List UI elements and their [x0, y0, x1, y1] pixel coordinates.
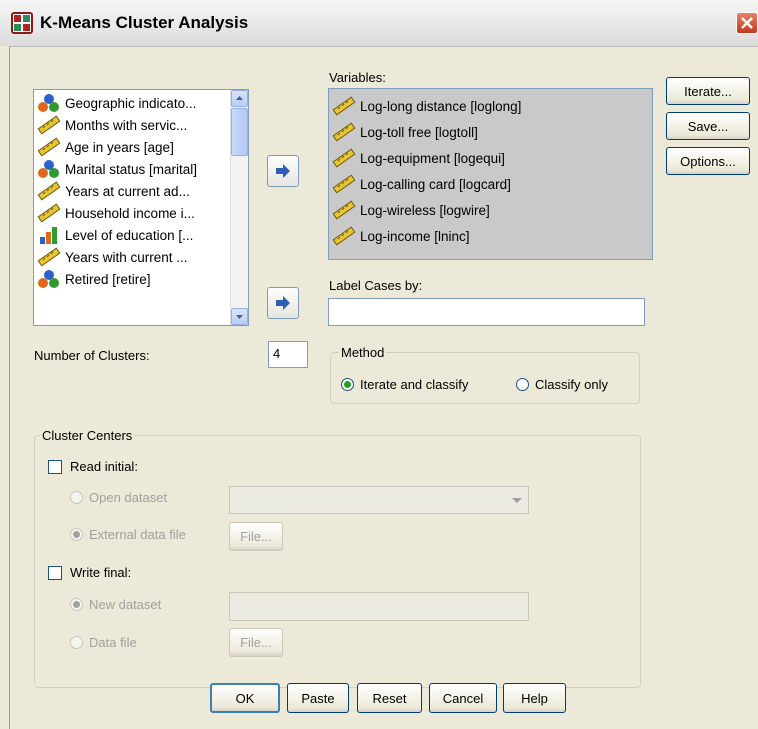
open-dataset-radio[interactable]: [70, 491, 83, 504]
cancel-button[interactable]: Cancel: [429, 683, 497, 713]
window-title: K-Means Cluster Analysis: [40, 13, 249, 32]
ok-button[interactable]: OK: [210, 683, 280, 713]
scroll-down-icon[interactable]: [231, 308, 248, 325]
list-item[interactable]: Retired [retire]: [37, 268, 151, 290]
list-item[interactable]: Marital status [marital]: [37, 158, 197, 180]
title-bar[interactable]: K-Means Cluster Analysis: [0, 0, 758, 47]
help-button[interactable]: Help: [503, 683, 566, 713]
window-frame-left: [0, 46, 10, 729]
list-item-label: Log-calling card [logcard]: [360, 176, 511, 192]
list-item-label: Log-income [lninc]: [360, 228, 470, 244]
scale-ruler-icon: [332, 96, 356, 116]
label-cases-field[interactable]: [328, 298, 645, 326]
scale-ruler-icon: [37, 137, 61, 157]
scale-ruler-icon: [332, 226, 356, 246]
external-file-label: External data file: [89, 527, 186, 542]
list-item[interactable]: Log-equipment [logequi]: [332, 147, 505, 169]
save-button[interactable]: Save...: [666, 112, 750, 140]
list-item-label: Household income i...: [65, 205, 195, 221]
list-item[interactable]: Log-calling card [logcard]: [332, 173, 511, 195]
source-list-scrollbar[interactable]: [230, 90, 248, 325]
list-item[interactable]: Log-wireless [logwire]: [332, 199, 490, 221]
open-dataset-dropdown[interactable]: [229, 486, 529, 514]
ordinal-bars-icon: [37, 225, 61, 245]
nominal-icon: [37, 93, 61, 113]
list-item-label: Months with servic...: [65, 117, 188, 133]
move-to-label-cases-button[interactable]: [267, 287, 299, 319]
read-initial-label[interactable]: Read initial:: [70, 459, 138, 474]
close-icon[interactable]: [736, 12, 758, 34]
new-dataset-field[interactable]: [229, 592, 529, 621]
new-dataset-radio[interactable]: [70, 598, 83, 611]
new-dataset-label: New dataset: [89, 597, 162, 612]
data-file-radio[interactable]: [70, 636, 83, 649]
list-item[interactable]: Log-long distance [loglong]: [332, 95, 521, 117]
external-file-radio[interactable]: [70, 528, 83, 541]
read-initial-checkbox[interactable]: [48, 460, 62, 474]
scale-ruler-icon: [37, 203, 61, 223]
options-button[interactable]: Options...: [666, 147, 750, 175]
nominal-icon: [37, 159, 61, 179]
list-item[interactable]: Years at current ad...: [37, 180, 190, 202]
open-dataset-label: Open dataset: [89, 490, 168, 505]
scale-ruler-icon: [37, 115, 61, 135]
list-item-label: Log-toll free [logtoll]: [360, 124, 478, 140]
list-item-label: Marital status [marital]: [65, 161, 198, 177]
iterate-classify-label[interactable]: Iterate and classify: [360, 377, 468, 392]
read-file-button[interactable]: File...: [229, 522, 283, 551]
reset-button[interactable]: Reset: [357, 683, 422, 713]
number-of-clusters-input[interactable]: 4: [268, 341, 308, 368]
right-arrow-icon: [276, 164, 290, 178]
scroll-up-icon[interactable]: [231, 90, 248, 107]
scale-ruler-icon: [332, 174, 356, 194]
iterate-classify-radio[interactable]: [341, 378, 354, 391]
label-cases-label: Label Cases by:: [329, 278, 423, 293]
move-to-variables-button[interactable]: [267, 155, 299, 187]
spss-dialog-icon: [11, 12, 33, 34]
list-item-label: Geographic indicato...: [65, 95, 197, 111]
list-item[interactable]: Months with servic...: [37, 114, 187, 136]
scroll-thumb[interactable]: [231, 108, 248, 156]
scale-ruler-icon: [37, 247, 61, 267]
write-final-label[interactable]: Write final:: [70, 565, 131, 580]
data-file-label: Data file: [89, 635, 137, 650]
scale-ruler-icon: [332, 122, 356, 142]
write-final-checkbox[interactable]: [48, 566, 62, 580]
right-arrow-icon: [276, 296, 290, 310]
method-legend: Method: [339, 345, 387, 360]
scale-ruler-icon: [332, 148, 356, 168]
variables-list[interactable]: Log-long distance [loglong] Log-toll fre…: [328, 88, 653, 260]
list-item-label: Retired [retire]: [65, 271, 151, 287]
write-file-button[interactable]: File...: [229, 628, 283, 657]
list-item-label: Years with current ...: [65, 249, 188, 265]
list-item[interactable]: Log-income [lninc]: [332, 225, 470, 247]
classify-only-radio[interactable]: [516, 378, 529, 391]
list-item-label: Level of education [...: [65, 227, 194, 243]
list-item[interactable]: Level of education [...: [37, 224, 193, 246]
chevron-down-icon: [512, 498, 522, 503]
list-item-label: Log-wireless [logwire]: [360, 202, 490, 218]
list-item[interactable]: Log-toll free [logtoll]: [332, 121, 478, 143]
list-item[interactable]: Years with current ...: [37, 246, 188, 268]
list-item[interactable]: Geographic indicato...: [37, 92, 196, 114]
source-variable-list[interactable]: Geographic indicato... Months with servi…: [33, 89, 249, 326]
cluster-centers-legend: Cluster Centers: [40, 428, 135, 443]
scale-ruler-icon: [332, 200, 356, 220]
list-item[interactable]: Household income i...: [37, 202, 195, 224]
list-item-label: Years at current ad...: [65, 183, 190, 199]
variables-label: Variables:: [329, 70, 386, 85]
paste-button[interactable]: Paste: [287, 683, 349, 713]
scale-ruler-icon: [37, 181, 61, 201]
list-item[interactable]: Age in years [age]: [37, 136, 174, 158]
nominal-icon: [37, 269, 61, 289]
list-item-label: Log-long distance [loglong]: [360, 98, 522, 114]
list-item-label: Age in years [age]: [65, 139, 174, 155]
number-of-clusters-label: Number of Clusters:: [34, 348, 150, 363]
classify-only-label[interactable]: Classify only: [535, 377, 608, 392]
iterate-button[interactable]: Iterate...: [666, 77, 750, 105]
list-item-label: Log-equipment [logequi]: [360, 150, 505, 166]
